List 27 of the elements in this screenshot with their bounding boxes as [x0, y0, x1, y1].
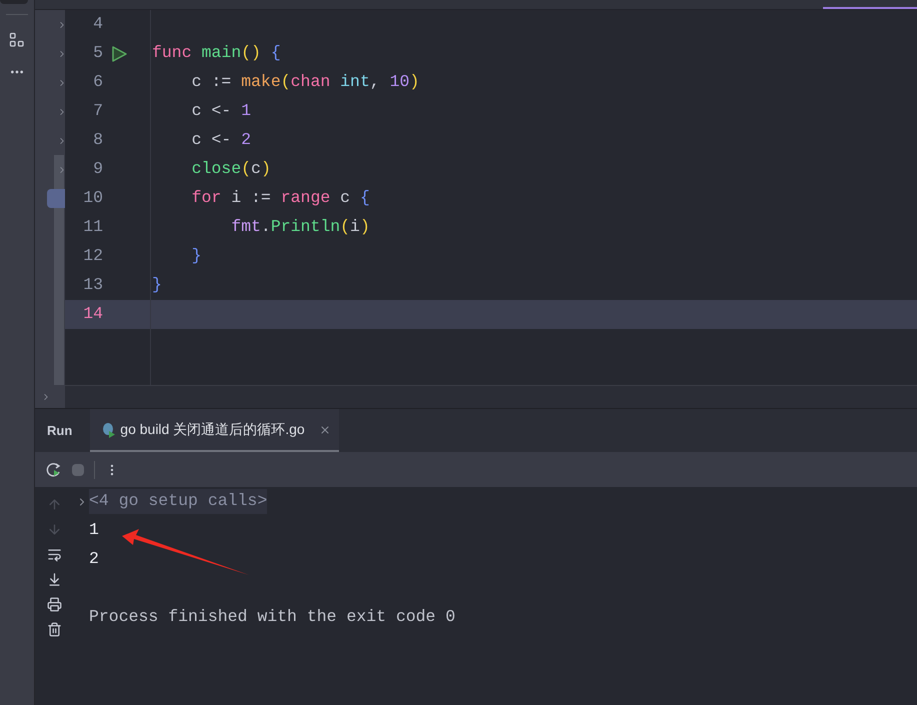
code-text: func main() {: [151, 42, 281, 64]
folded-calls[interactable]: <4 go setup calls>: [89, 489, 268, 514]
code-text: fmt.Println(i): [230, 216, 370, 238]
code-text: }: [151, 274, 162, 296]
output-line: 1: [89, 519, 99, 542]
exit-message: Process finished with the exit code 0: [89, 606, 456, 628]
code-text: c <- 1: [190, 100, 252, 122]
line-number: 10: [82, 187, 103, 210]
line-number: 14: [82, 303, 103, 326]
line-number: 9: [92, 158, 103, 180]
panel-title: Run: [46, 422, 74, 440]
line-number: 13: [82, 274, 103, 296]
run-tab[interactable]: go build 关闭通道后的循环.go: [90, 409, 339, 452]
line-number: 11: [82, 216, 103, 238]
line-number: 6: [92, 71, 103, 94]
code-text: close(c): [190, 158, 271, 180]
line-number: 5: [92, 42, 103, 64]
code-editor[interactable]: 4 5 func main() { 6 c := make(chan int, 10) 7 c <- 1 8 c <- 2 9 close(c) 10 for i := range c { 11 fmt.Println(i) 12 } 13 } 14: [65, 10, 917, 385]
line-number: 12: [82, 245, 103, 268]
line-number: 7: [92, 100, 103, 122]
line-number: 4: [92, 13, 103, 36]
code-text: for i := range c {: [190, 187, 370, 210]
output-line: 2: [89, 548, 99, 570]
code-text: c <- 2: [190, 129, 252, 152]
code-text: }: [190, 245, 202, 268]
line-number: 8: [92, 129, 103, 152]
code-text: c := make(chan int, 10): [190, 71, 420, 94]
